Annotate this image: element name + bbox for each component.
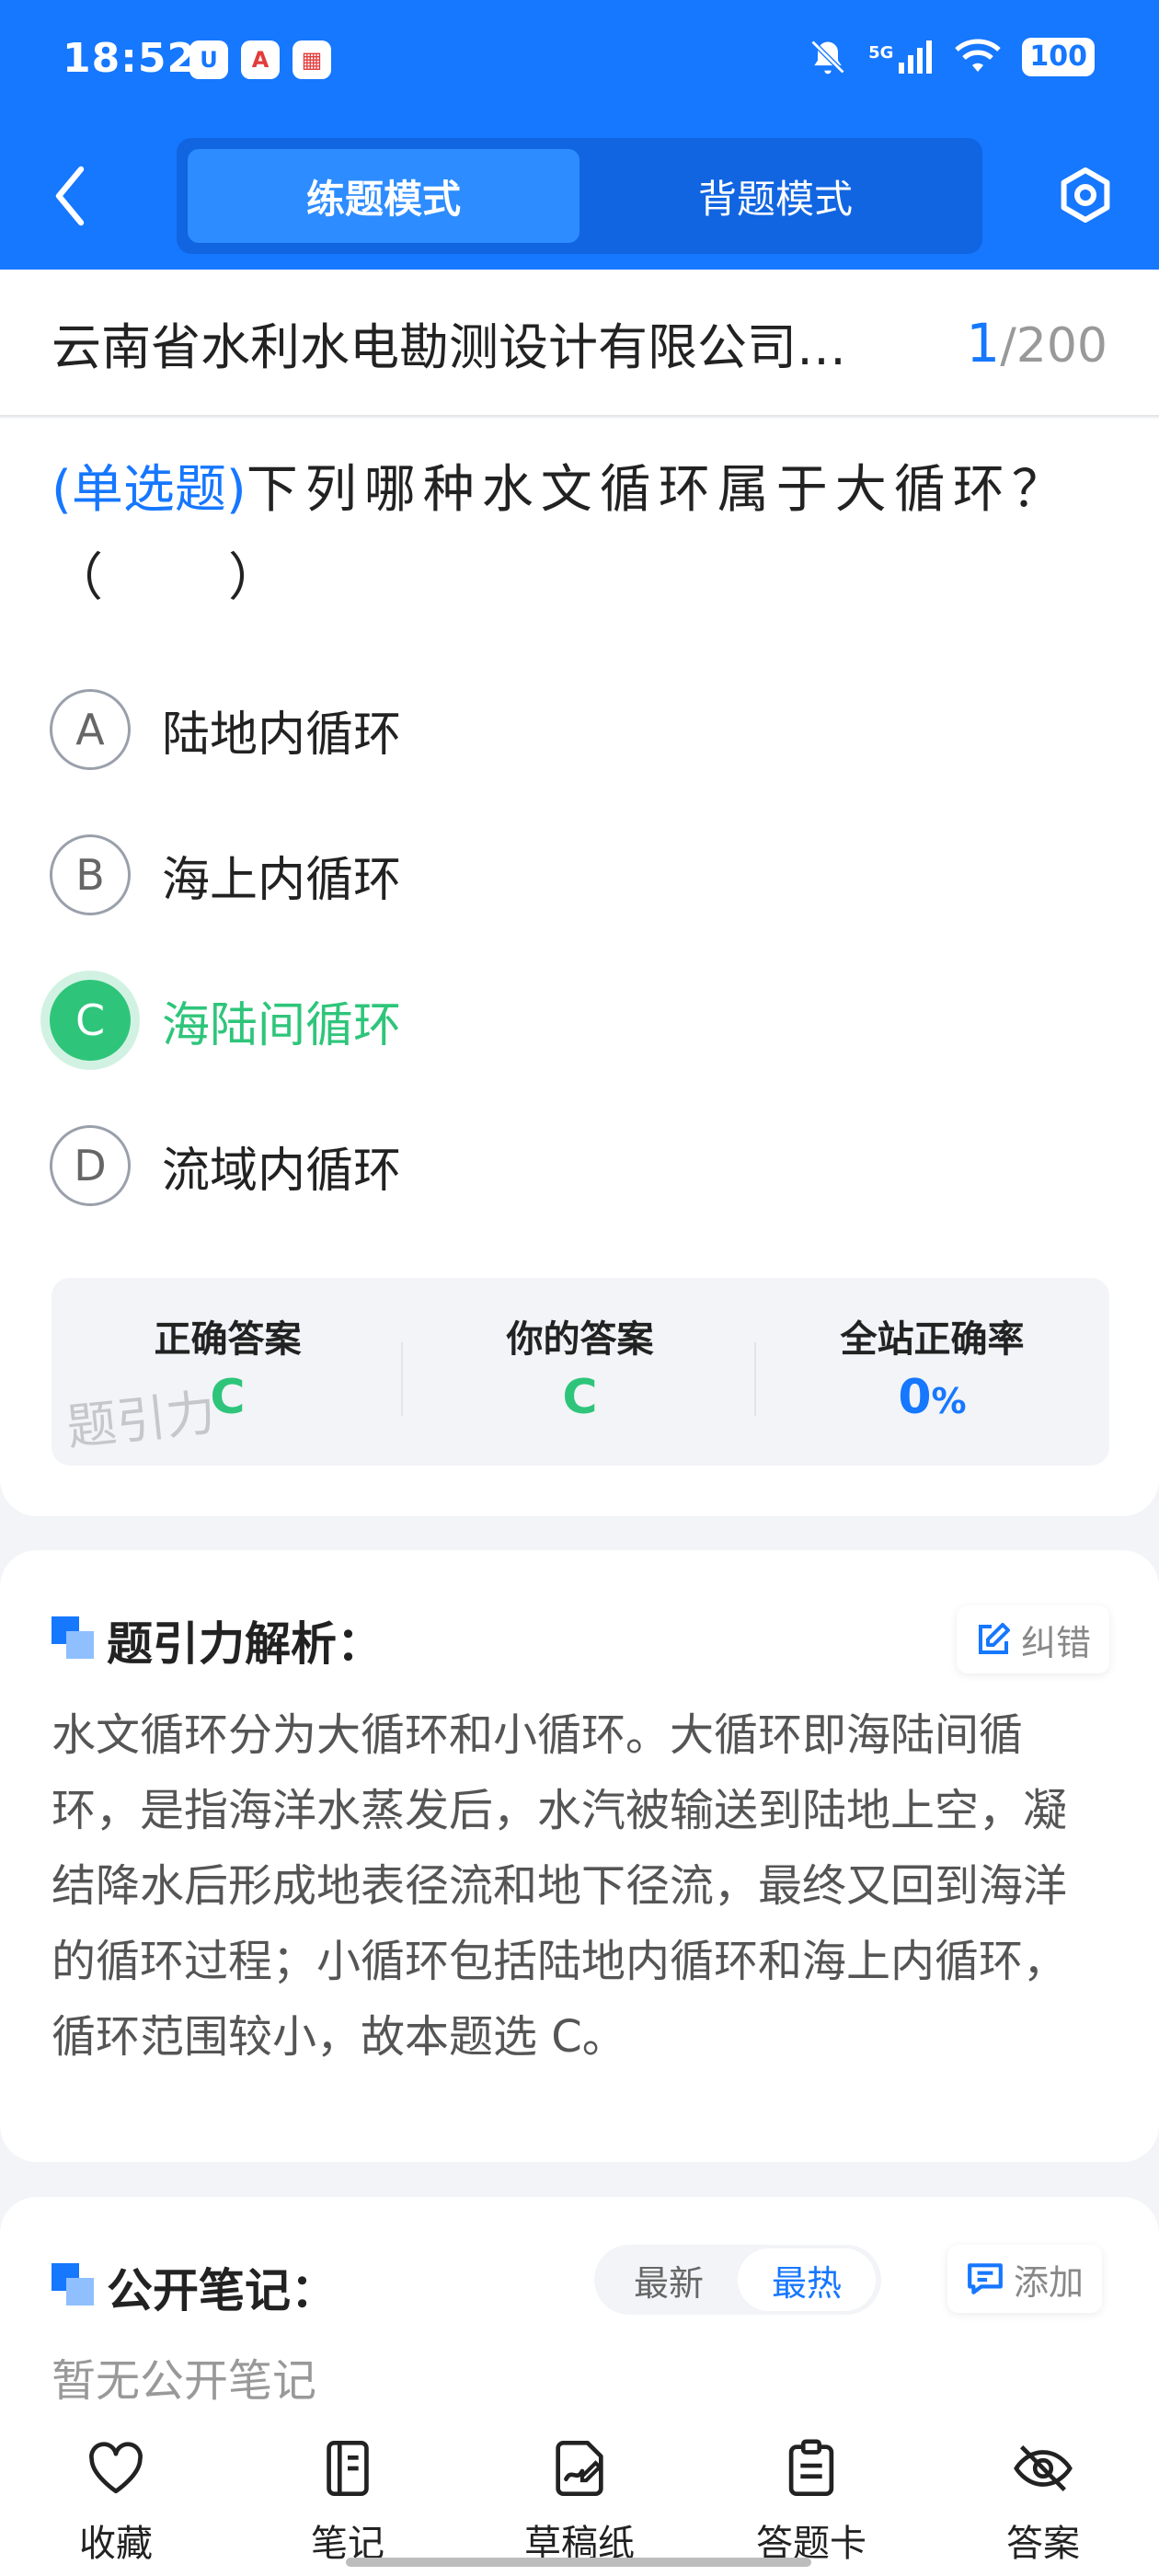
eye-off-icon xyxy=(1014,2445,1073,2491)
bottom-toolbar: 收藏 笔记 草稿纸 答题卡 答案 xyxy=(0,2410,1159,2576)
section-squares-icon xyxy=(52,1616,94,1659)
option-a[interactable]: A 陆地内循环 xyxy=(50,685,1107,774)
signal-icon: 5G xyxy=(868,39,934,75)
analysis-card: 题引力解析： 纠错 水文循环分为大循环和小循环。大循环即海陆间循环，是指海洋水蒸… xyxy=(0,1550,1159,2162)
settings-button[interactable] xyxy=(1056,166,1115,224)
your-answer-value: C xyxy=(562,1370,598,1425)
counter-separator: / xyxy=(1000,318,1016,374)
status-time: 18:52 xyxy=(63,35,197,82)
clipboard-icon xyxy=(788,2439,834,2497)
mute-bell-icon xyxy=(810,40,845,75)
tab-practice-mode[interactable]: 练题模式 xyxy=(188,149,580,243)
show-answer-button[interactable]: 答案 xyxy=(951,2436,1135,2565)
notes-button[interactable]: 笔记 xyxy=(256,2436,440,2565)
option-d[interactable]: D 流域内循环 xyxy=(50,1121,1107,1210)
option-text: 海陆间循环 xyxy=(162,997,402,1053)
option-letter: A xyxy=(50,689,131,770)
your-answer-label: 你的答案 xyxy=(506,1318,654,1361)
accuracy-rate-value: 0% xyxy=(756,1370,1108,1425)
exam-title[interactable]: 云南省水利水电勘测设计有限公司… xyxy=(52,306,916,379)
shield-app-icon: U xyxy=(189,40,228,79)
current-question-number: 1 xyxy=(966,312,1001,374)
report-error-label: 纠错 xyxy=(1021,1622,1092,1663)
battery-indicator: 100 xyxy=(1022,38,1095,76)
your-answer-block: 你的答案 C xyxy=(404,1278,756,1466)
gear-icon xyxy=(1061,167,1110,223)
qr-app-icon: ▦ xyxy=(293,40,331,79)
report-error-button[interactable]: 纠错 xyxy=(957,1605,1110,1673)
red-app-icon: A xyxy=(241,40,280,79)
accuracy-rate-unit: % xyxy=(931,1381,967,1421)
mode-switch: 练题模式 背题模式 xyxy=(177,138,982,254)
sort-newest[interactable]: 最新 xyxy=(600,2248,738,2311)
exam-title-row: 云南省水利水电勘测设计有限公司… 1/200 xyxy=(0,270,1159,417)
favorite-label: 收藏 xyxy=(79,2523,153,2565)
status-icons: 5G 100 xyxy=(808,37,1095,77)
network-type: 5G xyxy=(868,43,894,63)
option-letter: C xyxy=(50,980,131,1061)
chevron-left-icon xyxy=(55,166,85,226)
draft-paper-icon xyxy=(556,2440,603,2497)
section-squares-icon xyxy=(52,2263,94,2306)
comment-icon xyxy=(968,2263,1003,2294)
answer-summary: 正确答案 题引力 C 你的答案 C 全站正确率 0% xyxy=(52,1278,1109,1466)
add-note-button[interactable]: 添加 xyxy=(947,2245,1103,2313)
analysis-title: 题引力解析： xyxy=(107,1617,383,1671)
show-answer-label: 答案 xyxy=(1006,2523,1080,2565)
add-note-label: 添加 xyxy=(1014,2261,1084,2303)
tab-memorize-mode[interactable]: 背题模式 xyxy=(580,149,971,243)
favorite-button[interactable]: 收藏 xyxy=(24,2436,208,2565)
home-indicator[interactable] xyxy=(346,2558,811,2567)
option-text: 海上内循环 xyxy=(162,852,402,908)
question-counter[interactable]: 1/200 xyxy=(966,312,1107,374)
edit-icon xyxy=(979,1623,1010,1654)
option-text: 流域内循环 xyxy=(162,1143,402,1199)
heart-icon xyxy=(89,2442,143,2494)
divider xyxy=(401,1342,403,1416)
notes-sort-toggle: 最新 最热 xyxy=(594,2245,881,2315)
option-letter: D xyxy=(50,1125,131,1206)
back-button[interactable] xyxy=(52,164,98,228)
question-type: (单选题) xyxy=(52,460,247,520)
option-letter: B xyxy=(50,834,131,915)
notes-title: 公开笔记： xyxy=(107,2264,337,2317)
wifi-icon xyxy=(955,39,1002,72)
header: 18:52 U A ▦ 5G 100 练题模式 背题模式 xyxy=(0,0,1159,270)
correct-answer-value: C xyxy=(210,1370,246,1425)
scratch-paper-button[interactable]: 草稿纸 xyxy=(488,2436,671,2565)
correct-answer-label: 正确答案 xyxy=(154,1318,302,1361)
total-question-count: 200 xyxy=(1016,318,1107,374)
accuracy-rate-label: 全站正确率 xyxy=(840,1318,1025,1361)
status-bar: 18:52 U A ▦ 5G 100 xyxy=(0,0,1159,125)
question-card: (单选题)下列哪种水文循环属于大循环？（ ） A 陆地内循环 B 海上内循环 C… xyxy=(0,419,1159,1516)
sort-hottest[interactable]: 最热 xyxy=(738,2248,876,2311)
correct-answer-block: 正确答案 题引力 C xyxy=(52,1278,404,1466)
analysis-text: 水文循环分为大循环和小循环。大循环即海陆间循环，是指海洋水蒸发后，水汽被输送到陆… xyxy=(52,1709,1068,2063)
accuracy-rate-block: 全站正确率 0% xyxy=(756,1278,1108,1466)
notebook-icon xyxy=(327,2440,369,2497)
empty-notes-text: 暂无公开笔记 xyxy=(52,2355,317,2407)
accuracy-rate-number: 0 xyxy=(898,1370,932,1425)
nav-bar: 练题模式 背题模式 xyxy=(0,138,1159,258)
question-stem: (单选题)下列哪种水文循环属于大循环？（ ） xyxy=(52,446,1109,623)
option-b[interactable]: B 海上内循环 xyxy=(50,831,1107,919)
answer-card-button[interactable]: 答题卡 xyxy=(719,2436,903,2565)
option-text: 陆地内循环 xyxy=(162,707,402,763)
option-c[interactable]: C 海陆间循环 xyxy=(50,976,1107,1064)
